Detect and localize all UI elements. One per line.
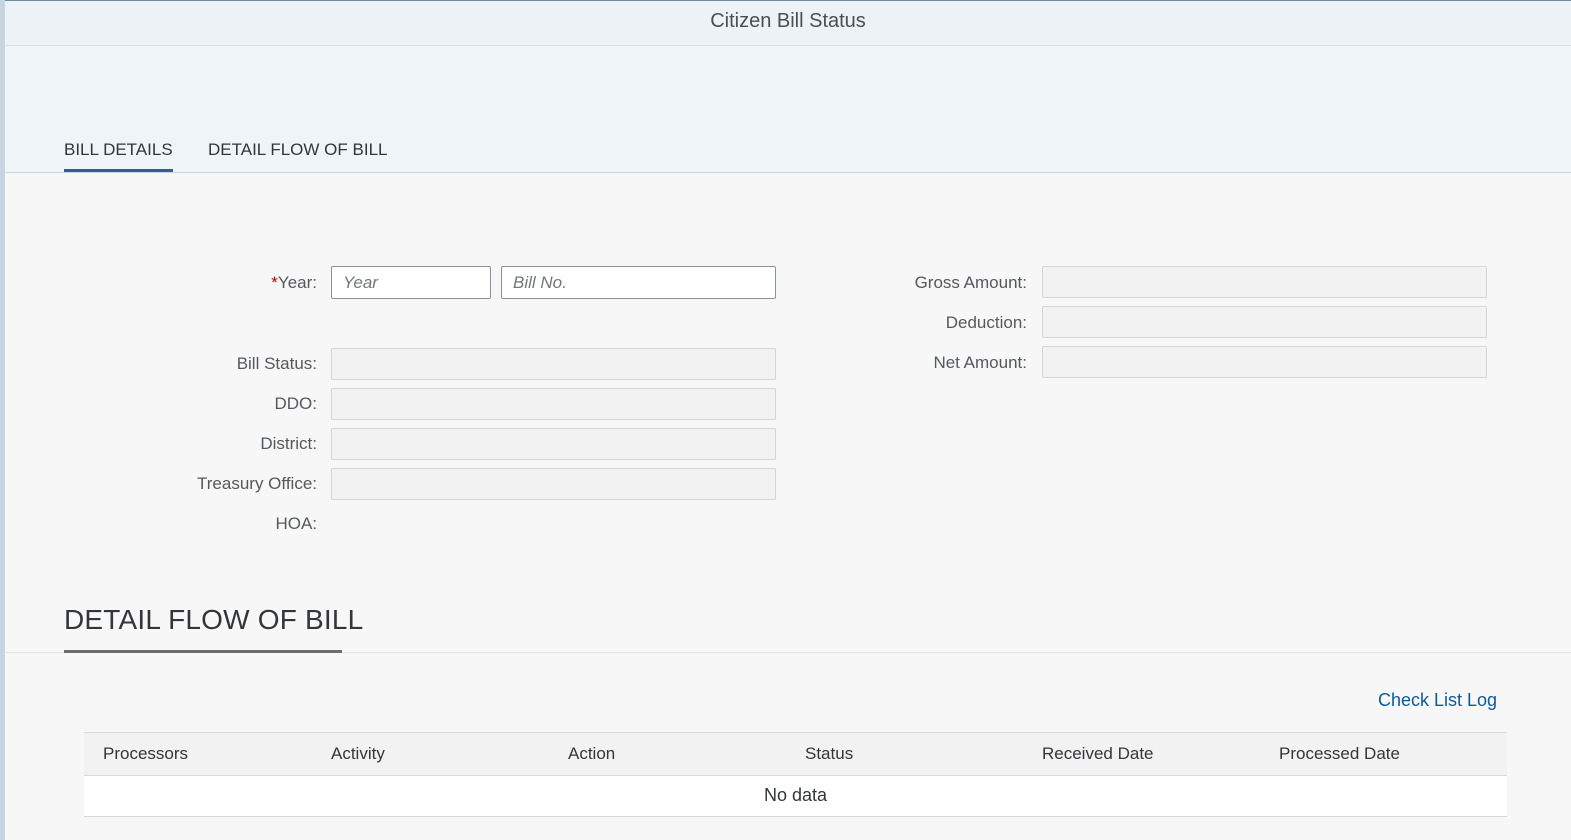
bill-status-label: Bill Status:: [236, 354, 317, 373]
gross-amount-label: Gross Amount:: [914, 273, 1027, 292]
column-header-processors[interactable]: Processors: [103, 744, 188, 764]
table-empty-row: No data: [84, 776, 1507, 816]
bill-status-field: [331, 348, 776, 380]
treasury-office-field: [331, 468, 776, 500]
app-header: Citizen Bill Status: [5, 1, 1571, 46]
section-title: DETAIL FLOW OF BILL: [64, 604, 364, 635]
district-label: District:: [260, 434, 317, 453]
ddo-label: DDO:: [274, 394, 318, 413]
check-list-log-link[interactable]: Check List Log: [1378, 690, 1497, 711]
year-label: *Year:: [150, 273, 317, 293]
deduction-field: [1042, 306, 1487, 338]
deduction-label: Deduction:: [945, 313, 1027, 332]
treasury-office-label: Treasury Office:: [197, 474, 317, 493]
no-data-text: No data: [763, 785, 828, 805]
ddo-field: [331, 388, 776, 420]
bill-flow-table: Processors Activity Action Status Receiv…: [84, 732, 1507, 817]
bill-no-input[interactable]: [501, 266, 776, 299]
app-title: Citizen Bill Status: [710, 10, 866, 32]
section-title-underline: [64, 650, 342, 653]
column-header-processed-date[interactable]: Processed Date: [1279, 744, 1400, 764]
hoa-label: HOA:: [275, 514, 317, 533]
year-label-text: Year:: [277, 273, 317, 292]
year-input[interactable]: [331, 266, 491, 299]
required-marker: *: [271, 273, 278, 292]
tab-bill-details[interactable]: BILL DETAILS: [64, 140, 173, 172]
column-header-received-date[interactable]: Received Date: [1042, 744, 1154, 764]
net-amount-field: [1042, 346, 1487, 378]
column-header-status[interactable]: Status: [805, 744, 853, 764]
gross-amount-field: [1042, 266, 1487, 298]
tab-detail-flow-of-bill[interactable]: DETAIL FLOW OF BILL: [208, 140, 387, 160]
table-header: Processors Activity Action Status Receiv…: [84, 733, 1507, 776]
net-amount-label: Net Amount:: [933, 353, 1027, 372]
column-header-activity[interactable]: Activity: [331, 744, 385, 764]
column-header-action[interactable]: Action: [568, 744, 615, 764]
district-field: [331, 428, 776, 460]
